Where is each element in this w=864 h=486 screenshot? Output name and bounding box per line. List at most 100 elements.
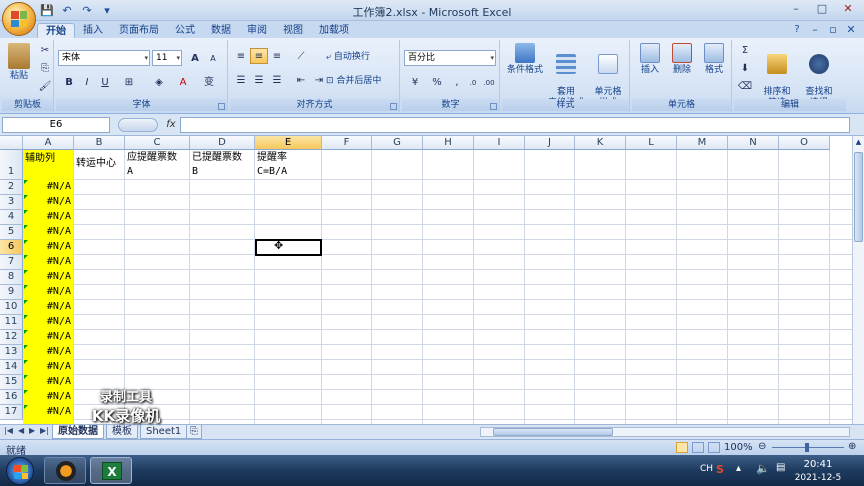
row-header-15[interactable]: 15 (0, 375, 23, 390)
tab-data[interactable]: 数据 (203, 23, 239, 38)
bold-button[interactable]: B (60, 74, 78, 90)
error-indicator-icon[interactable] (24, 300, 28, 304)
error-indicator-icon[interactable] (24, 405, 28, 409)
sheet-nav-next-icon[interactable]: ▶ (29, 426, 35, 435)
cell-a16[interactable]: #N/A (23, 390, 71, 404)
vertical-scroll-thumb[interactable] (854, 152, 863, 242)
delete-cells-button[interactable]: 删除 (666, 43, 698, 76)
language-indicator[interactable]: CH (700, 464, 713, 474)
shrink-font-button[interactable]: A (204, 50, 222, 66)
volume-icon[interactable]: 🔈 (756, 462, 770, 475)
column-header-f[interactable]: F (322, 136, 372, 150)
maximize-button[interactable]: □ (810, 1, 834, 17)
insert-function-button[interactable]: fx (162, 117, 180, 133)
cell-d1-line2[interactable]: B (192, 165, 256, 179)
horizontal-scroll-thumb[interactable] (493, 428, 613, 436)
error-indicator-icon[interactable] (24, 315, 28, 319)
alignment-launcher-icon[interactable] (390, 103, 397, 110)
row-header-5[interactable]: 5 (0, 225, 23, 240)
tab-page-layout[interactable]: 页面布局 (111, 23, 167, 38)
row-header-12[interactable]: 12 (0, 330, 23, 345)
cell-a9[interactable]: #N/A (23, 285, 71, 299)
close-button[interactable]: ✕ (836, 1, 860, 17)
ribbon-close-icon[interactable]: ✕ (844, 23, 858, 37)
insert-cells-button[interactable]: 插入 (634, 43, 666, 76)
row-header-1[interactable]: 1 (0, 150, 23, 180)
sheet-tab-raw-data[interactable]: 原始数据 (52, 425, 104, 439)
decrease-indent-icon[interactable]: ⇤ (292, 72, 310, 88)
row-header-11[interactable]: 11 (0, 315, 23, 330)
border-icon[interactable]: ⊞ (120, 74, 138, 90)
ribbon-minimize-icon[interactable]: – (808, 23, 822, 37)
merge-center-button[interactable]: ⊡ 合并后居中 (326, 76, 398, 87)
column-header-a[interactable]: A (23, 136, 74, 150)
column-header-i[interactable]: I (474, 136, 525, 150)
cell-a17[interactable]: #N/A (23, 405, 71, 419)
active-cell-selection[interactable]: ✥ (255, 239, 322, 256)
cell-c1[interactable]: 应提醒票数 (127, 151, 191, 165)
zoom-level[interactable]: 100% (724, 442, 753, 453)
spreadsheet-grid[interactable]: ABCDEFGHIJKLMNO 1 2 3 4 5 6 7 8 9 10 11 12 13 14 15 16 1… (0, 136, 852, 424)
fill-color-icon[interactable]: ◈ (150, 74, 168, 90)
align-middle-icon[interactable]: ≡ (250, 48, 268, 64)
taskbar-kk-recorder[interactable] (44, 457, 86, 484)
tab-home[interactable]: 开始 (37, 23, 75, 38)
row-header-9[interactable]: 9 (0, 285, 23, 300)
error-indicator-icon[interactable] (24, 180, 28, 184)
horizontal-scrollbar[interactable] (480, 427, 850, 437)
font-launcher-icon[interactable] (218, 103, 225, 110)
column-header-d[interactable]: D (190, 136, 255, 150)
error-indicator-icon[interactable] (24, 345, 28, 349)
copy-icon[interactable]: ⎘ (36, 60, 54, 76)
error-indicator-icon[interactable] (24, 270, 28, 274)
phonetic-button[interactable]: 变 (200, 74, 218, 90)
sheet-nav-first-icon[interactable]: |◀ (4, 426, 13, 435)
tab-review[interactable]: 审阅 (239, 23, 275, 38)
cell-a13[interactable]: #N/A (23, 345, 71, 359)
row-header-3[interactable]: 3 (0, 195, 23, 210)
tab-formulas[interactable]: 公式 (167, 23, 203, 38)
column-header-e[interactable]: E (255, 136, 322, 150)
cell-a2[interactable]: #N/A (23, 180, 71, 194)
row-header-8[interactable]: 8 (0, 270, 23, 285)
align-left-icon[interactable]: ☰ (232, 72, 250, 88)
align-center-icon[interactable]: ☰ (250, 72, 268, 88)
page-break-view-icon[interactable] (708, 442, 720, 453)
normal-view-icon[interactable] (676, 442, 688, 453)
cell-a10[interactable]: #N/A (23, 300, 71, 314)
error-indicator-icon[interactable] (24, 330, 28, 334)
tab-insert[interactable]: 插入 (75, 23, 111, 38)
column-header-k[interactable]: K (575, 136, 626, 150)
clear-icon[interactable]: ⌫ (736, 78, 754, 94)
formula-input[interactable] (180, 117, 850, 133)
office-button[interactable] (2, 2, 36, 36)
page-layout-view-icon[interactable] (692, 442, 704, 453)
font-size-select[interactable]: 11 ▾ (152, 50, 182, 66)
start-button[interactable] (6, 457, 34, 485)
cell-a5[interactable]: #N/A (23, 225, 71, 239)
row-header-17[interactable]: 17 (0, 405, 23, 420)
format-cells-button[interactable]: 格式 (698, 43, 730, 76)
column-header-h[interactable]: H (423, 136, 474, 150)
conditional-format-button[interactable]: 条件格式 (504, 43, 546, 76)
format-painter-icon[interactable]: 🖌 (36, 78, 54, 94)
minimize-button[interactable]: – (784, 1, 808, 17)
zoom-slider-thumb[interactable] (805, 443, 809, 452)
italic-button[interactable]: I (78, 74, 96, 90)
cell-a6[interactable]: #N/A (23, 240, 71, 254)
column-header-c[interactable]: C (125, 136, 190, 150)
row-header-6[interactable]: 6 (0, 240, 23, 255)
sheet-nav-prev-icon[interactable]: ◀ (18, 426, 24, 435)
column-header-m[interactable]: M (677, 136, 728, 150)
vertical-scrollbar[interactable]: ▲ (852, 136, 864, 424)
cell-a3[interactable]: #N/A (23, 195, 71, 209)
cut-icon[interactable]: ✂ (36, 42, 54, 58)
error-indicator-icon[interactable] (24, 390, 28, 394)
cell-d1[interactable]: 已提醒票数 (192, 151, 256, 165)
tray-arrow-icon[interactable]: ▴ (736, 463, 741, 474)
error-indicator-icon[interactable] (24, 375, 28, 379)
sheet-tab-sheet1[interactable]: Sheet1 (140, 425, 188, 439)
cell-e1[interactable]: 提醒率 (257, 151, 321, 165)
number-launcher-icon[interactable] (490, 103, 497, 110)
row-header-7[interactable]: 7 (0, 255, 23, 270)
